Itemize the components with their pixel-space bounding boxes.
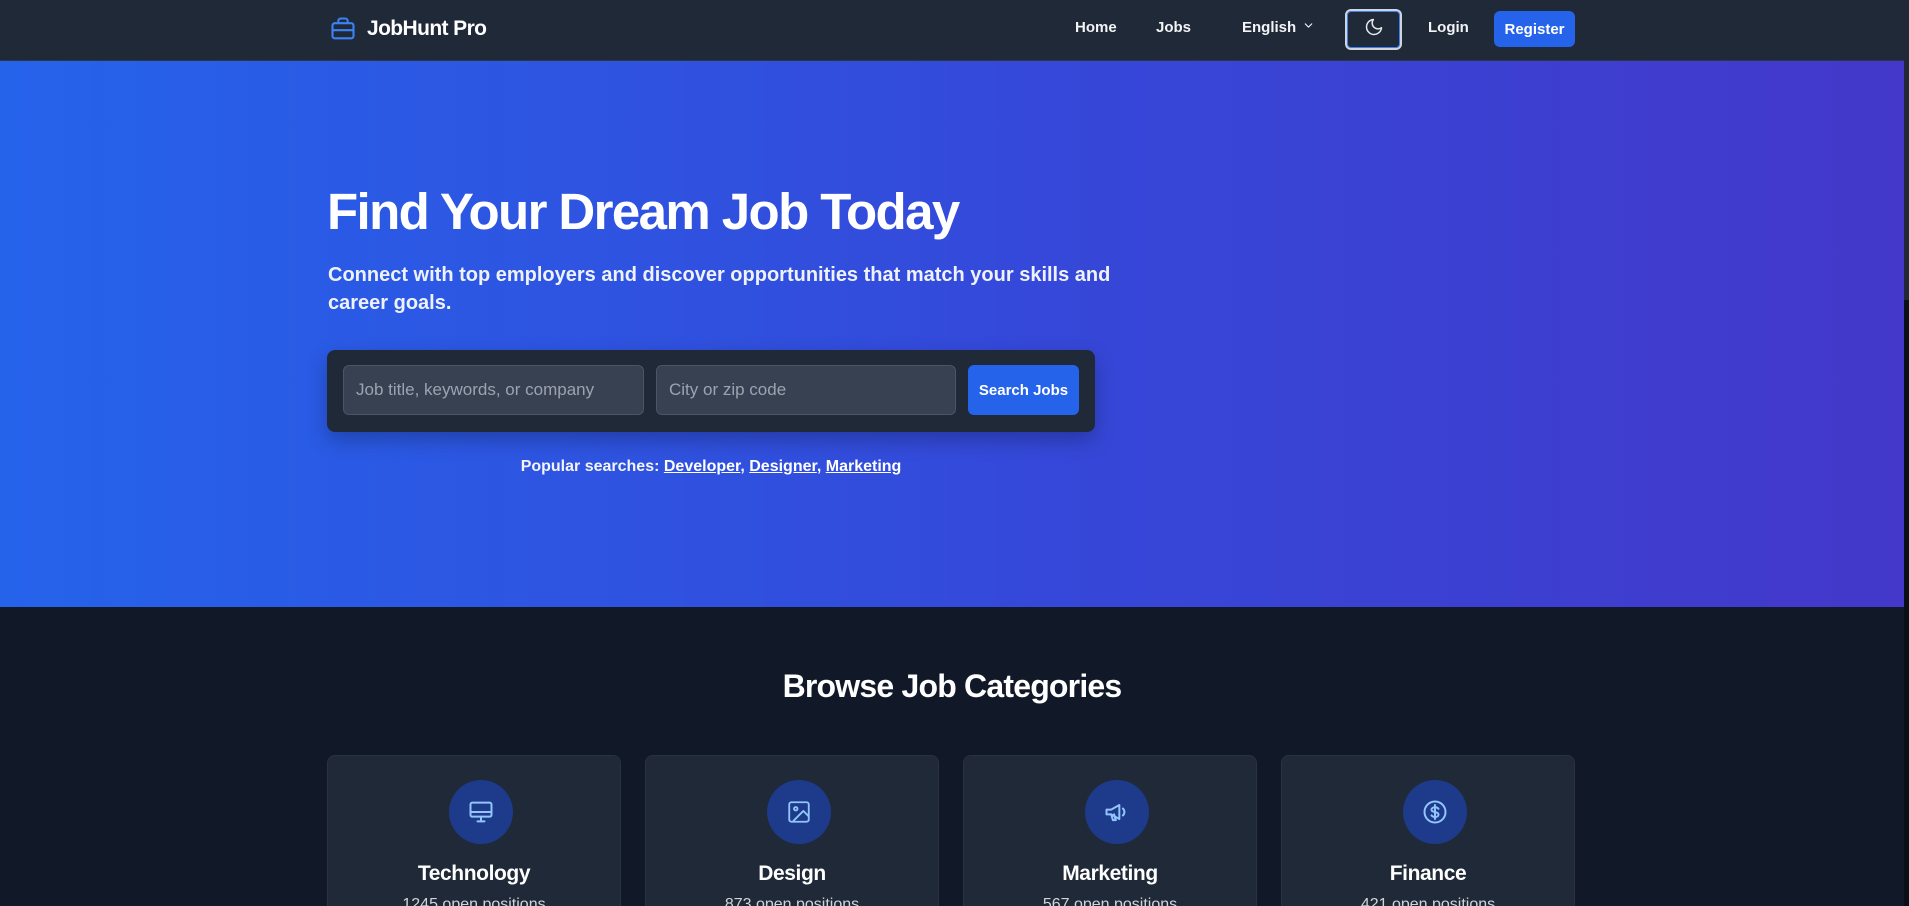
moon-icon: [1364, 17, 1384, 42]
category-count: 1245 open positions: [402, 896, 546, 906]
dark-mode-toggle-button[interactable]: [1345, 9, 1402, 50]
category-card-technology[interactable]: Technology 1245 open positions: [327, 755, 621, 906]
category-count: 567 open positions: [1042, 896, 1178, 906]
chevron-down-icon: [1302, 19, 1315, 36]
dollar-icon: [1403, 780, 1467, 844]
job-search-form: Search Jobs: [327, 350, 1095, 432]
popular-searches: Popular searches: Developer, Designer, M…: [520, 458, 902, 475]
page-scrollbar[interactable]: [1904, 0, 1909, 906]
nav-jobs-link[interactable]: Jobs: [1156, 19, 1191, 36]
category-count: 421 open positions: [1360, 896, 1496, 906]
scrollbar-thumb[interactable]: [1904, 300, 1909, 906]
category-card-finance[interactable]: Finance 421 open positions: [1281, 755, 1575, 906]
category-count: 873 open positions: [724, 896, 860, 906]
hero-section: Find Your Dream Job Today Connect with t…: [0, 61, 1909, 607]
megaphone-icon: [1085, 780, 1149, 844]
keyword-search-input[interactable]: [343, 365, 644, 415]
popular-search-developer-link[interactable]: Developer: [664, 458, 740, 475]
hero-title: Find Your Dream Job Today: [327, 183, 960, 240]
category-name: Finance: [1389, 862, 1467, 885]
location-search-input[interactable]: [656, 365, 956, 415]
category-name: Marketing: [1062, 862, 1158, 885]
briefcase-icon: [328, 14, 358, 44]
category-name: Design: [758, 862, 826, 885]
popular-searches-label: Popular searches:: [520, 458, 660, 475]
language-selector[interactable]: English: [1242, 19, 1315, 36]
hero-subtitle: Connect with top employers and discover …: [328, 264, 1111, 314]
nav-home-link[interactable]: Home: [1075, 19, 1117, 36]
top-navbar: JobHunt Pro Home Jobs English Login Regi…: [0, 0, 1909, 61]
category-name: Technology: [417, 862, 531, 885]
popular-search-marketing-link[interactable]: Marketing: [826, 458, 902, 475]
popular-search-designer-link[interactable]: Designer: [749, 458, 817, 475]
login-link[interactable]: Login: [1428, 19, 1469, 36]
categories-title: Browse Job Categories: [782, 668, 1123, 704]
register-button[interactable]: Register: [1494, 11, 1575, 47]
image-icon: [767, 780, 831, 844]
language-label: English: [1242, 19, 1297, 36]
brand-logo[interactable]: JobHunt Pro: [328, 13, 487, 45]
brand-name: JobHunt Pro: [367, 17, 487, 40]
category-card-design[interactable]: Design 873 open positions: [645, 755, 939, 906]
category-card-marketing[interactable]: Marketing 567 open positions: [963, 755, 1257, 906]
search-jobs-button[interactable]: Search Jobs: [968, 365, 1079, 415]
monitor-icon: [449, 780, 513, 844]
